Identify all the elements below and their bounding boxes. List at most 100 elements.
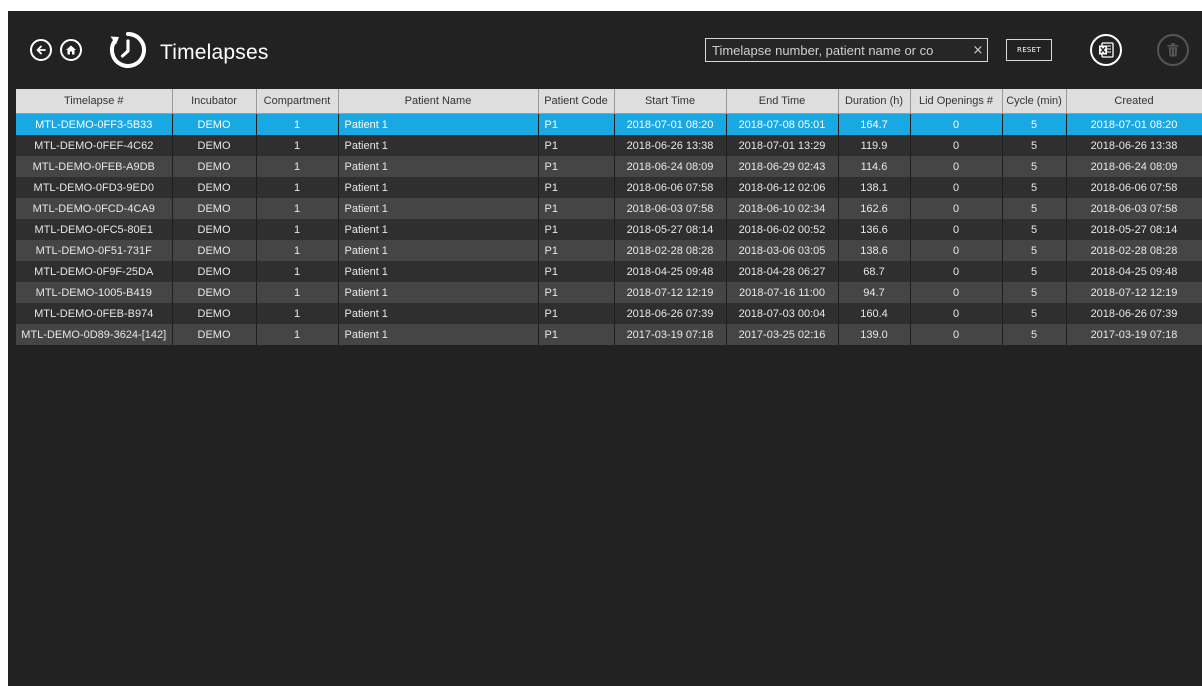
- column-header[interactable]: End Time: [726, 89, 839, 114]
- table-cell: 5: [1002, 303, 1067, 324]
- table-cell: 138.6: [838, 240, 911, 261]
- table-row[interactable]: MTL-DEMO-0FF3-5B33 DEMO 1 Patient 1 P1 2018-0…: [16, 113, 1202, 135]
- table-cell: 2017-03-19 07:18: [1066, 324, 1202, 345]
- table-cell: 0: [910, 198, 1003, 219]
- column-header[interactable]: Patient Name: [338, 89, 539, 114]
- table-cell: 0: [910, 261, 1003, 282]
- table-cell: Patient 1: [338, 135, 539, 156]
- column-header[interactable]: Start Time: [614, 89, 727, 114]
- table-cell: 68.7: [838, 261, 911, 282]
- table-cell: 2018-07-01 13:29: [726, 135, 839, 156]
- table-cell: 1: [256, 156, 339, 177]
- table-cell: 5: [1002, 240, 1067, 261]
- table-cell: P1: [538, 240, 615, 261]
- table-cell: 0: [910, 113, 1003, 135]
- table-cell: MTL-DEMO-1005-B419: [16, 282, 173, 303]
- table-cell: 2018-06-06 07:58: [1066, 177, 1202, 198]
- search-input[interactable]: [706, 42, 969, 58]
- table-row[interactable]: MTL-DEMO-0FEB-B974 DEMO 1 Patient 1 P1 2018-0…: [16, 303, 1202, 324]
- table-cell: P1: [538, 177, 615, 198]
- app-window: Timelapses × RESET Timel: [8, 11, 1202, 686]
- table-cell: 0: [910, 324, 1003, 345]
- back-button[interactable]: [30, 39, 52, 61]
- export-excel-button[interactable]: [1090, 34, 1122, 66]
- table-cell: 1: [256, 198, 339, 219]
- delete-button[interactable]: [1157, 34, 1189, 66]
- search-box[interactable]: ×: [705, 38, 988, 62]
- table-row[interactable]: MTL-DEMO-1005-B419 DEMO 1 Patient 1 P1 2018-0…: [16, 282, 1202, 303]
- table-cell: 2018-07-01 08:20: [1066, 113, 1202, 135]
- table-row[interactable]: MTL-DEMO-0FEF-4C62 DEMO 1 Patient 1 P1 2018-0…: [16, 135, 1202, 156]
- table-cell: 0: [910, 282, 1003, 303]
- table-row[interactable]: MTL-DEMO-0FD3-9ED0 DEMO 1 Patient 1 P1 2018-0…: [16, 177, 1202, 198]
- table-cell: DEMO: [172, 282, 257, 303]
- table-cell: 1: [256, 324, 339, 345]
- table-cell: 2018-07-03 00:04: [726, 303, 839, 324]
- table-cell: 2018-06-24 08:09: [614, 156, 727, 177]
- table-cell: 2018-04-25 09:48: [614, 261, 727, 282]
- table-cell: 2018-04-25 09:48: [1066, 261, 1202, 282]
- table-cell: 2018-04-28 06:27: [726, 261, 839, 282]
- excel-export-icon: [1099, 42, 1114, 58]
- table-body: MTL-DEMO-0FF3-5B33 DEMO 1 Patient 1 P1 2018-0…: [16, 113, 1202, 345]
- column-header[interactable]: Duration (h): [838, 89, 911, 114]
- table-cell: 5: [1002, 282, 1067, 303]
- table-cell: 2018-06-02 00:52: [726, 219, 839, 240]
- table-cell: 2018-06-29 02:43: [726, 156, 839, 177]
- table-cell: Patient 1: [338, 303, 539, 324]
- table-cell: 5: [1002, 156, 1067, 177]
- table-cell: P1: [538, 113, 615, 135]
- column-header[interactable]: Cycle (min): [1002, 89, 1067, 114]
- table-cell: 2018-07-12 12:19: [1066, 282, 1202, 303]
- clear-search-icon[interactable]: ×: [969, 43, 987, 58]
- page-title: Timelapses: [160, 41, 269, 64]
- table-cell: DEMO: [172, 198, 257, 219]
- table-cell: 1: [256, 219, 339, 240]
- table-cell: DEMO: [172, 156, 257, 177]
- table-cell: 1: [256, 303, 339, 324]
- table-cell: DEMO: [172, 177, 257, 198]
- table-cell: 2018-06-12 02:06: [726, 177, 839, 198]
- table-row[interactable]: MTL-DEMO-0FC5-80E1 DEMO 1 Patient 1 P1 2018-0…: [16, 219, 1202, 240]
- table-cell: MTL-DEMO-0F51-731F: [16, 240, 173, 261]
- table-cell: 1: [256, 282, 339, 303]
- table-cell: DEMO: [172, 240, 257, 261]
- table-cell: MTL-DEMO-0FEB-A9DB: [16, 156, 173, 177]
- column-header[interactable]: Created: [1066, 89, 1202, 114]
- table-cell: Patient 1: [338, 240, 539, 261]
- back-arrow-icon: [36, 45, 46, 55]
- table-cell: 0: [910, 156, 1003, 177]
- table-cell: 1: [256, 261, 339, 282]
- table-cell: 2017-03-19 07:18: [614, 324, 727, 345]
- table-cell: MTL-DEMO-0FCD-4CA9: [16, 198, 173, 219]
- table-cell: P1: [538, 303, 615, 324]
- column-header[interactable]: Patient Code: [538, 89, 615, 114]
- table-cell: 2018-03-06 03:05: [726, 240, 839, 261]
- column-header[interactable]: Lid Openings #: [910, 89, 1003, 114]
- table-cell: DEMO: [172, 135, 257, 156]
- table-cell: DEMO: [172, 261, 257, 282]
- column-header[interactable]: Incubator: [172, 89, 257, 114]
- column-header[interactable]: Compartment: [256, 89, 339, 114]
- table-cell: 0: [910, 240, 1003, 261]
- table-cell: 5: [1002, 198, 1067, 219]
- table-cell: 2018-02-28 08:28: [1066, 240, 1202, 261]
- reset-button[interactable]: RESET: [1006, 39, 1052, 61]
- table-row[interactable]: MTL-DEMO-0FCD-4CA9 DEMO 1 Patient 1 P1 2018-0…: [16, 198, 1202, 219]
- table-cell: P1: [538, 324, 615, 345]
- table-row[interactable]: MTL-DEMO-0F51-731F DEMO 1 Patient 1 P1 2018-0…: [16, 240, 1202, 261]
- column-header[interactable]: Timelapse #: [16, 89, 173, 114]
- table-cell: 5: [1002, 113, 1067, 135]
- table-cell: MTL-DEMO-0FF3-5B33: [16, 113, 173, 135]
- table-row[interactable]: MTL-DEMO-0F9F-25DA DEMO 1 Patient 1 P1 2018-0…: [16, 261, 1202, 282]
- table-cell: P1: [538, 261, 615, 282]
- table-cell: DEMO: [172, 219, 257, 240]
- home-button[interactable]: [60, 39, 82, 61]
- table-cell: 2018-07-01 08:20: [614, 113, 727, 135]
- table-row[interactable]: MTL-DEMO-0D89-3624-[142] DEMO 1 Patient 1 P1…: [16, 324, 1202, 345]
- table-cell: 5: [1002, 177, 1067, 198]
- table-row[interactable]: MTL-DEMO-0FEB-A9DB DEMO 1 Patient 1 P1 2018-0…: [16, 156, 1202, 177]
- table-cell: MTL-DEMO-0FD3-9ED0: [16, 177, 173, 198]
- table-cell: MTL-DEMO-0FEF-4C62: [16, 135, 173, 156]
- table-cell: DEMO: [172, 324, 257, 345]
